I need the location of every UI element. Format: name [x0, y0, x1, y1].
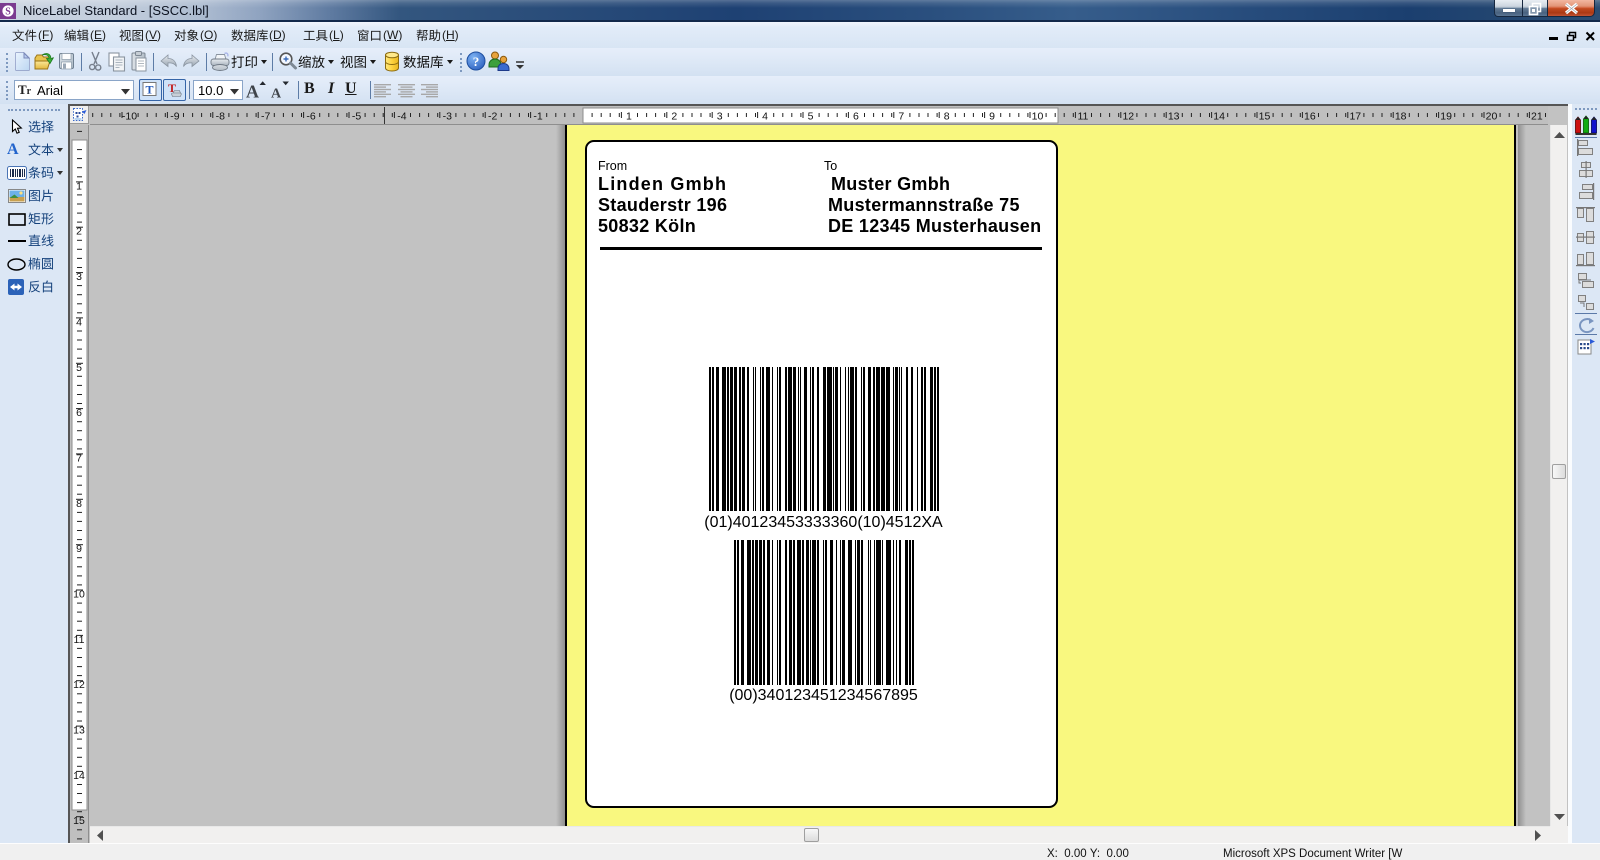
svg-text:10: 10: [73, 589, 85, 601]
svg-text:-8: -8: [216, 111, 225, 123]
svg-text:10: 10: [1032, 111, 1044, 123]
svg-text:12: 12: [1122, 111, 1134, 123]
svg-text:-5: -5: [352, 111, 361, 123]
svg-text:6: 6: [76, 407, 82, 419]
svg-text:3: 3: [717, 111, 723, 123]
svg-text:19: 19: [1440, 111, 1452, 123]
svg-text:15: 15: [73, 815, 85, 827]
svg-text:4: 4: [76, 316, 82, 328]
svg-text:9: 9: [989, 111, 995, 123]
svg-text:5: 5: [76, 362, 82, 374]
svg-text:7: 7: [898, 111, 904, 123]
svg-text:-2: -2: [488, 111, 497, 123]
svg-text:14: 14: [1213, 111, 1225, 123]
svg-text:13: 13: [1168, 111, 1180, 123]
svg-text:18: 18: [1395, 111, 1407, 123]
svg-text:12: 12: [73, 679, 85, 691]
svg-text:16: 16: [1304, 111, 1316, 123]
svg-text:S: S: [5, 7, 11, 18]
svg-text:15: 15: [1259, 111, 1271, 123]
svg-text:6: 6: [853, 111, 859, 123]
svg-text:17: 17: [1349, 111, 1361, 123]
svg-text:20: 20: [1486, 111, 1498, 123]
svg-text:-7: -7: [261, 111, 270, 123]
svg-text:2: 2: [671, 111, 677, 123]
svg-text:2: 2: [76, 226, 82, 238]
svg-text:-4: -4: [397, 111, 406, 123]
svg-text:8: 8: [76, 498, 82, 510]
svg-text:A: A: [246, 82, 259, 101]
svg-text:11: 11: [74, 634, 85, 646]
svg-text:1: 1: [76, 180, 82, 192]
svg-text:8: 8: [944, 111, 950, 123]
svg-text:14: 14: [73, 770, 85, 782]
svg-text:-10: -10: [122, 111, 137, 123]
svg-text:-6: -6: [306, 111, 315, 123]
svg-text:A: A: [271, 87, 282, 101]
svg-text:?: ?: [473, 54, 480, 69]
svg-text:T: T: [145, 83, 153, 97]
svg-text:4: 4: [762, 111, 768, 123]
svg-text:13: 13: [73, 725, 85, 737]
svg-text:3: 3: [76, 271, 82, 283]
svg-text:-3: -3: [443, 111, 452, 123]
svg-text:11: 11: [1077, 111, 1088, 123]
svg-text:5: 5: [808, 111, 814, 123]
svg-text:7: 7: [76, 452, 82, 464]
svg-text:9: 9: [76, 543, 82, 555]
svg-text:-9: -9: [170, 111, 179, 123]
svg-text:21: 21: [1531, 111, 1543, 123]
svg-text:-1: -1: [533, 111, 542, 123]
svg-text:1: 1: [626, 111, 632, 123]
